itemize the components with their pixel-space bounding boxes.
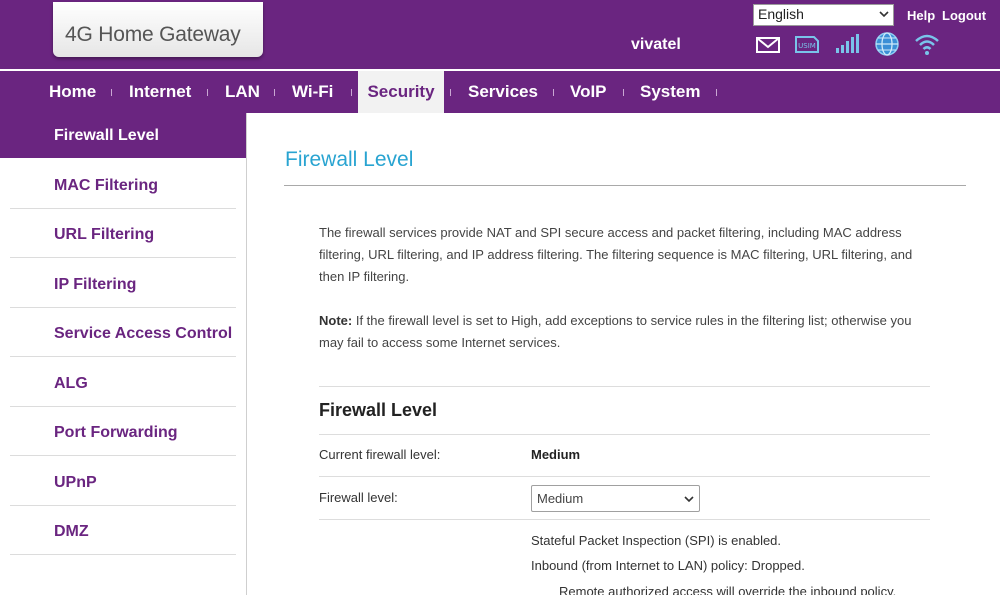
- help-link[interactable]: Help: [907, 8, 935, 23]
- section-title: Firewall Level: [319, 400, 438, 420]
- brand-name: vivatel: [631, 36, 681, 53]
- sidebar-item-url-filtering[interactable]: URL Filtering: [0, 212, 246, 257]
- remote-access-text: Remote authorized access will override t…: [559, 584, 897, 595]
- sidebar-item-dmz[interactable]: DMZ: [0, 509, 246, 554]
- row-divider: [319, 434, 930, 435]
- note-text: Note: If the firewall level is set to Hi…: [319, 310, 931, 354]
- sidebar-item-alg[interactable]: ALG: [0, 361, 246, 406]
- main-nav: Home Internet LAN Wi-Fi Security Service…: [0, 71, 1000, 113]
- nav-separator: [351, 89, 352, 96]
- sidebar-item-port-forwarding[interactable]: Port Forwarding: [0, 410, 246, 455]
- sidebar-item-mac-filtering[interactable]: MAC Filtering: [0, 163, 246, 208]
- language-select[interactable]: English: [753, 4, 894, 26]
- spi-status-text: Stateful Packet Inspection (SPI) is enab…: [531, 533, 782, 548]
- usim-icon: USIM: [795, 36, 819, 53]
- sidebar-item-ip-filtering[interactable]: IP Filtering: [0, 262, 246, 307]
- chevron-down-icon: [684, 496, 694, 503]
- nav-separator: [450, 89, 451, 96]
- current-level-label: Current firewall level:: [319, 447, 441, 462]
- wifi-icon: [915, 34, 939, 55]
- sidebar-divider: [10, 208, 236, 209]
- nav-services[interactable]: Services: [468, 71, 538, 113]
- sidebar-divider: [10, 406, 236, 407]
- nav-security[interactable]: Security: [358, 71, 444, 113]
- nav-system[interactable]: System: [640, 71, 700, 113]
- nav-separator: [716, 89, 717, 96]
- signal-icon: [836, 34, 859, 53]
- sidebar-divider: [10, 505, 236, 506]
- firewall-level-label: Firewall level:: [319, 490, 398, 505]
- inbound-policy-text: Inbound (from Internet to LAN) policy: D…: [531, 558, 805, 573]
- nav-internet[interactable]: Internet: [129, 71, 191, 113]
- sidebar: Firewall Level MAC Filtering URL Filteri…: [0, 113, 247, 595]
- nav-separator: [553, 89, 554, 96]
- nav-wifi[interactable]: Wi-Fi: [292, 71, 333, 113]
- title-divider: [284, 185, 966, 186]
- nav-voip[interactable]: VoIP: [570, 71, 607, 113]
- sidebar-item-service-access-control[interactable]: Service Access Control: [0, 311, 246, 356]
- firewall-level-select[interactable]: Medium: [531, 485, 700, 512]
- logo-text: 4G Home Gateway: [65, 23, 241, 46]
- logo: 4G Home Gateway: [53, 2, 263, 57]
- description-text: The firewall services provide NAT and SP…: [319, 225, 913, 284]
- sidebar-divider: [10, 554, 236, 555]
- section-divider: [319, 386, 930, 387]
- globe-icon: [875, 32, 899, 56]
- nav-separator: [274, 89, 275, 96]
- note-label: Note:: [319, 313, 353, 328]
- nav-home[interactable]: Home: [49, 71, 96, 113]
- firewall-level-select-value: Medium: [537, 491, 584, 506]
- sidebar-divider: [10, 307, 236, 308]
- note-body: If the firewall level is set to High, ad…: [319, 313, 912, 350]
- sidebar-item-firewall-level[interactable]: Firewall Level: [0, 113, 246, 158]
- sidebar-item-upnp[interactable]: UPnP: [0, 460, 246, 505]
- top-header: 4G Home Gateway English Help Logout viva…: [0, 0, 1000, 69]
- nav-separator: [207, 89, 208, 96]
- sidebar-divider: [10, 257, 236, 258]
- logout-link[interactable]: Logout: [942, 8, 986, 23]
- current-level-value: Medium: [531, 447, 581, 462]
- nav-separator: [623, 89, 624, 96]
- sidebar-divider: [10, 356, 236, 357]
- row-divider: [319, 519, 930, 520]
- language-select-value: English: [758, 6, 804, 22]
- nav-lan[interactable]: LAN: [225, 71, 260, 113]
- row-divider: [319, 476, 930, 477]
- page-title: Firewall Level: [285, 148, 414, 171]
- sidebar-divider: [10, 455, 236, 456]
- usim-label: USIM: [798, 42, 816, 50]
- mail-icon[interactable]: [754, 31, 782, 57]
- nav-separator: [111, 89, 112, 96]
- chevron-down-icon: [879, 11, 889, 18]
